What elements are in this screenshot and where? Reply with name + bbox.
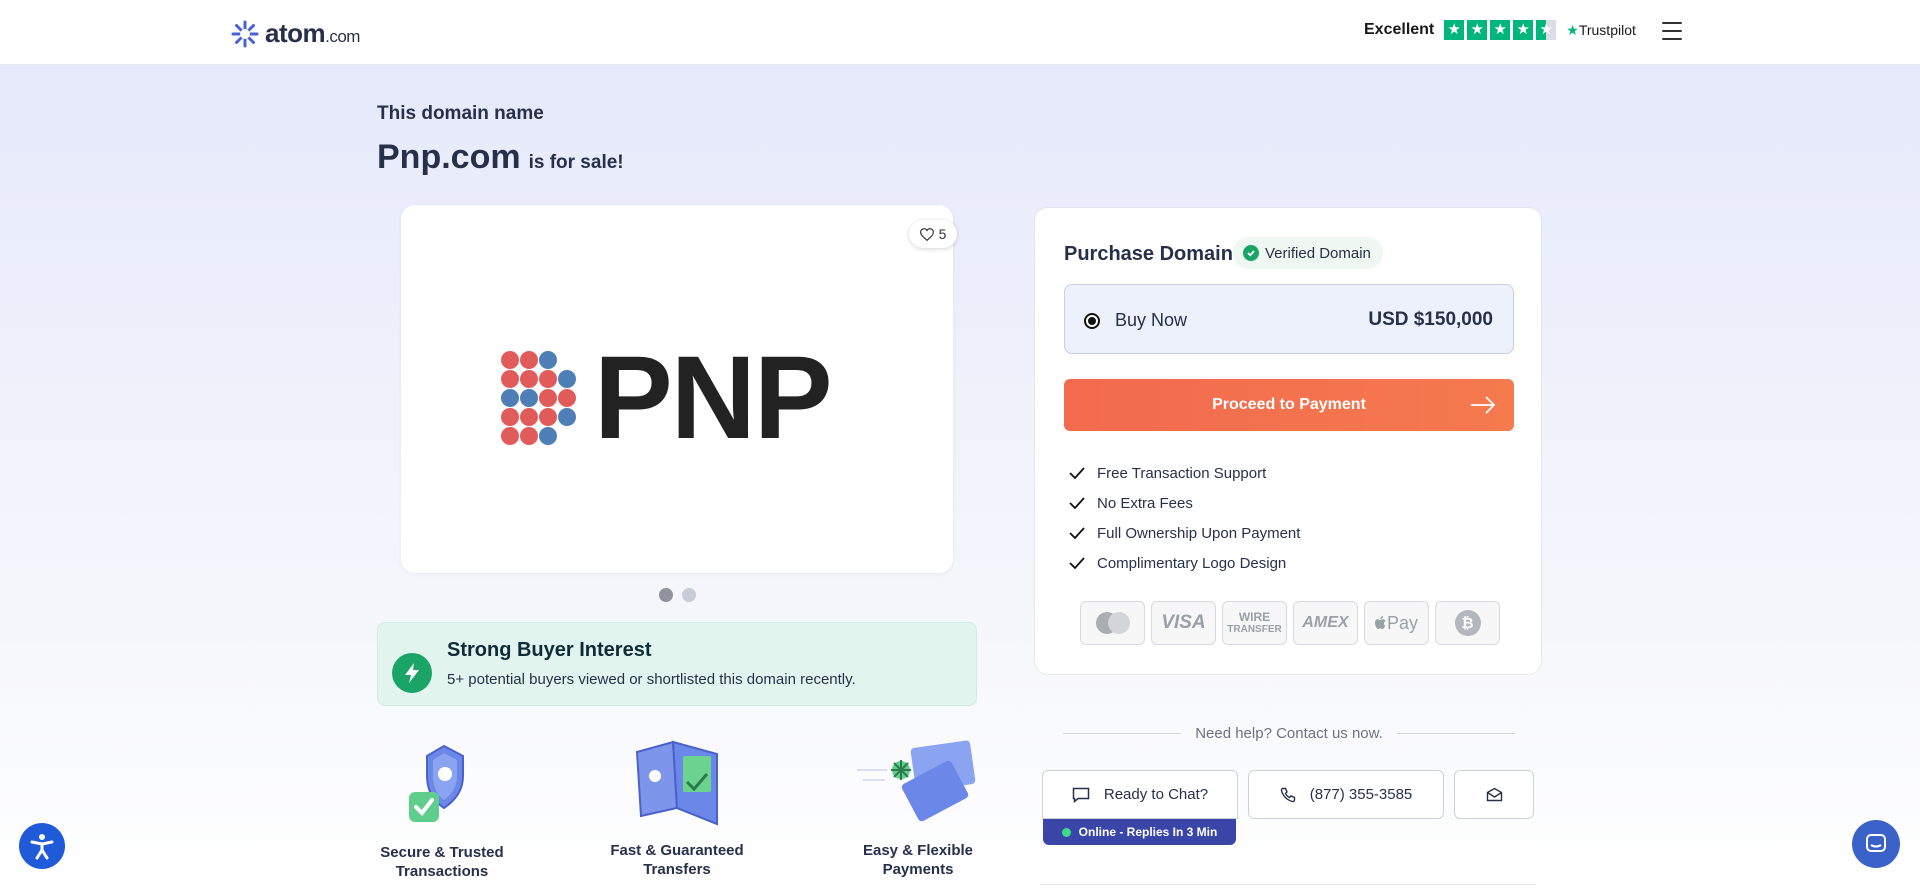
arrow-right-icon	[1471, 396, 1496, 414]
chat-button[interactable]: Ready to Chat?	[1042, 770, 1238, 819]
payment-cards-icon	[857, 740, 976, 822]
benefit-label: Full Ownership Upon Payment	[1097, 524, 1301, 542]
lightning-bolt-icon	[392, 653, 432, 693]
chat-bubble-icon	[1072, 787, 1090, 803]
buy-now-option[interactable]: Buy Now USD $150,000	[1064, 284, 1514, 354]
purchase-panel: Purchase Domain Verified Domain Buy Now …	[1034, 207, 1542, 675]
trustpilot-logo: ★Trustpilot	[1566, 21, 1636, 38]
purchase-title: Purchase Domain	[1064, 243, 1233, 265]
buyer-interest-banner: Strong Buyer Interest 5+ potential buyer…	[377, 622, 977, 706]
feature-easy: Easy & Flexible Payments	[852, 740, 984, 879]
accessibility-button[interactable]	[19, 823, 65, 869]
transfer-cards-icon	[635, 740, 718, 826]
feature-secure: Secure & Trusted Transactions	[372, 740, 512, 881]
help-divider: Need help? Contact us now.	[1063, 723, 1515, 743]
benefits-list: Free Transaction Support No Extra Fees F…	[1069, 458, 1300, 578]
chat-label: Ready to Chat?	[1103, 786, 1209, 803]
carousel-dots	[659, 588, 696, 602]
trustpilot-rating[interactable]: Excellent ★ ★ ★ ★ ★ ★Trustpilot	[1364, 20, 1636, 40]
buy-now-radio[interactable]	[1084, 313, 1100, 329]
benefit-item: Full Ownership Upon Payment	[1069, 518, 1300, 548]
feature-label: Easy & Flexible	[862, 842, 974, 859]
like-count: 5	[938, 226, 947, 242]
phone-button[interactable]: (877) 355-3585	[1248, 770, 1444, 819]
interest-title: Strong Buyer Interest	[447, 639, 652, 661]
trustpilot-stars: ★ ★ ★ ★ ★	[1444, 20, 1557, 40]
shield-check-icon	[409, 744, 464, 822]
wire-transfer-icon: WIRE TRANSFER	[1222, 601, 1287, 645]
check-icon	[1069, 527, 1085, 539]
like-button[interactable]: 5	[909, 220, 957, 248]
buy-now-label: Buy Now	[1115, 310, 1188, 330]
phone-icon	[1280, 787, 1295, 802]
proceed-label: Proceed to Payment	[1212, 396, 1366, 413]
feature-label: Fast & Guaranteed	[610, 842, 744, 859]
check-icon	[1069, 467, 1085, 479]
feature-label: Transfers	[643, 861, 711, 878]
amex-icon: AMEX	[1293, 601, 1358, 645]
interest-text: 5+ potential buyers viewed or shortliste…	[447, 671, 856, 688]
benefit-label: Free Transaction Support	[1097, 464, 1267, 482]
payment-methods: VISA WIRE TRANSFER AMEX Pay ₿	[1080, 601, 1500, 645]
feature-label: Payments	[882, 861, 954, 878]
check-icon	[1069, 497, 1085, 509]
help-text: Need help? Contact us now.	[1195, 724, 1383, 742]
logo-wordmark: atom.com	[265, 18, 360, 48]
benefit-item: Free Transaction Support	[1069, 458, 1300, 488]
email-button[interactable]	[1454, 770, 1534, 819]
domain-logo-card: 5 PNP	[401, 205, 957, 573]
benefit-item: No Extra Fees	[1069, 488, 1300, 518]
atom-star-icon	[231, 20, 259, 47]
star-icon: ★	[1490, 20, 1511, 40]
atom-logo[interactable]: atom.com	[231, 18, 360, 49]
online-label: Online - Replies In 3 Min	[1078, 825, 1218, 839]
dot-grid-icon	[501, 351, 576, 445]
online-status: Online - Replies In 3 Min	[1043, 819, 1236, 845]
pnp-logo-text: PNP	[594, 332, 833, 464]
hamburger-menu-icon[interactable]	[1662, 22, 1682, 40]
domain-name: Pnp.com	[377, 138, 521, 176]
half-star-icon: ★	[1536, 20, 1557, 40]
visa-icon: VISA	[1151, 601, 1216, 645]
check-icon	[1069, 557, 1085, 569]
bitcoin-icon: ₿	[1435, 601, 1500, 645]
carousel-dot-1[interactable]	[659, 588, 673, 602]
verified-label: Verified Domain	[1265, 244, 1371, 262]
online-dot-icon	[1061, 827, 1071, 837]
accessibility-icon	[30, 834, 54, 860]
feature-label: Secure & Trusted	[380, 844, 504, 861]
verified-badge: Verified Domain	[1233, 237, 1383, 269]
feature-label: Transactions	[395, 863, 489, 880]
envelope-icon	[1486, 787, 1502, 802]
star-icon: ★	[1513, 20, 1534, 40]
feature-fast: Fast & Guaranteed Transfers	[604, 738, 750, 879]
apple-pay-icon: Pay	[1364, 601, 1429, 645]
pnp-logo-image: PNP	[501, 332, 833, 464]
heart-icon	[919, 227, 934, 241]
top-navbar: atom.com Excellent ★ ★ ★ ★ ★ ★Trustpilot	[0, 0, 1920, 65]
phone-label: (877) 355-3585	[1309, 786, 1413, 803]
chat-launcher-button[interactable]	[1852, 820, 1900, 868]
proceed-to-payment-button[interactable]: Proceed to Payment	[1064, 379, 1514, 431]
benefit-label: No Extra Fees	[1097, 494, 1193, 512]
carousel-dot-2[interactable]	[682, 588, 696, 602]
star-icon: ★	[1467, 20, 1488, 40]
chat-icon	[1866, 834, 1886, 852]
hero-title: Pnp.com is for sale!	[377, 138, 624, 177]
benefit-label: Complimentary Logo Design	[1097, 554, 1287, 572]
star-icon: ★	[1444, 20, 1465, 40]
price: USD $150,000	[1368, 309, 1493, 330]
hero-subtitle: This domain name	[377, 103, 544, 124]
section-divider	[1040, 884, 1536, 885]
verified-check-icon	[1243, 245, 1259, 261]
benefit-item: Complimentary Logo Design	[1069, 548, 1300, 578]
mastercard-icon	[1080, 601, 1145, 645]
for-sale-text: is for sale!	[528, 152, 624, 173]
rating-label: Excellent	[1364, 21, 1435, 38]
